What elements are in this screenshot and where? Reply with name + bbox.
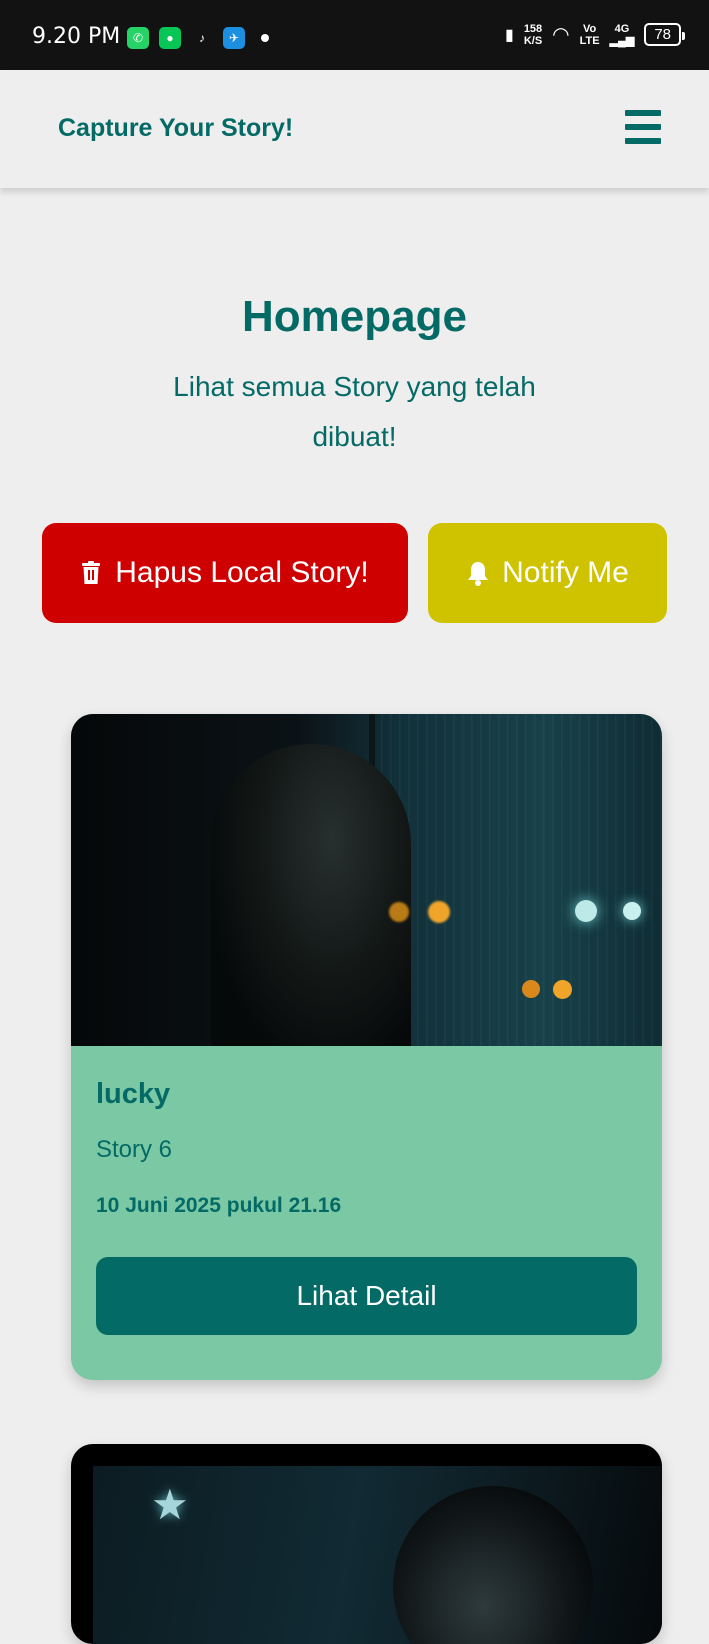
- volte-indicator: Vo LTE: [579, 22, 600, 47]
- story-image: [71, 714, 662, 1046]
- tiktok-icon: ♪: [191, 27, 213, 49]
- story-description: Story 6: [96, 1136, 173, 1163]
- story-image-person: [393, 1486, 593, 1644]
- trash-icon: [82, 561, 101, 584]
- page-title: Homepage: [242, 292, 467, 341]
- more-notifications-icon: [261, 34, 269, 42]
- story-card-body: lucky Story 6 10 Juni 2025 pukul 21.16 L…: [71, 1046, 662, 1380]
- system-indicators: ▮ 158 K/S ◠ Vo LTE 4G ▂▄▆ 78: [505, 22, 685, 47]
- bell-icon: [468, 562, 489, 586]
- story-author: lucky: [96, 1078, 171, 1110]
- notify-me-label: Notify Me: [502, 556, 629, 589]
- star-decoration: ★: [151, 1481, 189, 1528]
- line-icon: ●: [159, 27, 181, 49]
- story-card: lucky Story 6 10 Juni 2025 pukul 21.16 L…: [71, 714, 662, 1380]
- story-card: ★: [71, 1444, 662, 1644]
- network-speed: 158 K/S: [523, 22, 543, 47]
- brand-title[interactable]: Capture Your Story!: [58, 114, 293, 143]
- status-time: 9.20 PM: [32, 24, 121, 49]
- delete-local-story-label: Hapus Local Story!: [115, 556, 369, 589]
- wifi-icon: ◠: [552, 24, 570, 46]
- signal-indicator: 4G ▂▄▆: [609, 22, 635, 47]
- bird-app-icon: ✈: [223, 27, 245, 49]
- whatsapp-icon: ✆: [127, 27, 149, 49]
- view-detail-button[interactable]: Lihat Detail: [96, 1257, 637, 1335]
- page-subtitle: Lihat semua Story yang telah dibuat!: [173, 371, 536, 452]
- battery-indicator: 78: [644, 23, 685, 46]
- delete-local-story-button[interactable]: Hapus Local Story!: [42, 523, 408, 623]
- notification-icons: ✆ ● ♪ ✈: [127, 27, 269, 49]
- vibrate-icon: ▮: [505, 26, 514, 44]
- app-header: Capture Your Story!: [0, 70, 709, 188]
- status-bar: 9.20 PM ✆ ● ♪ ✈ ▮ 158 K/S ◠ Vo LTE 4G ▂▄…: [0, 0, 709, 70]
- story-image-person: [211, 744, 411, 1046]
- signal-bars-icon: ▂▄▆: [609, 34, 635, 47]
- story-date: 10 Juni 2025 pukul 21.16: [96, 1194, 342, 1217]
- hamburger-menu-icon[interactable]: [625, 110, 661, 144]
- notify-me-button[interactable]: Notify Me: [428, 523, 667, 623]
